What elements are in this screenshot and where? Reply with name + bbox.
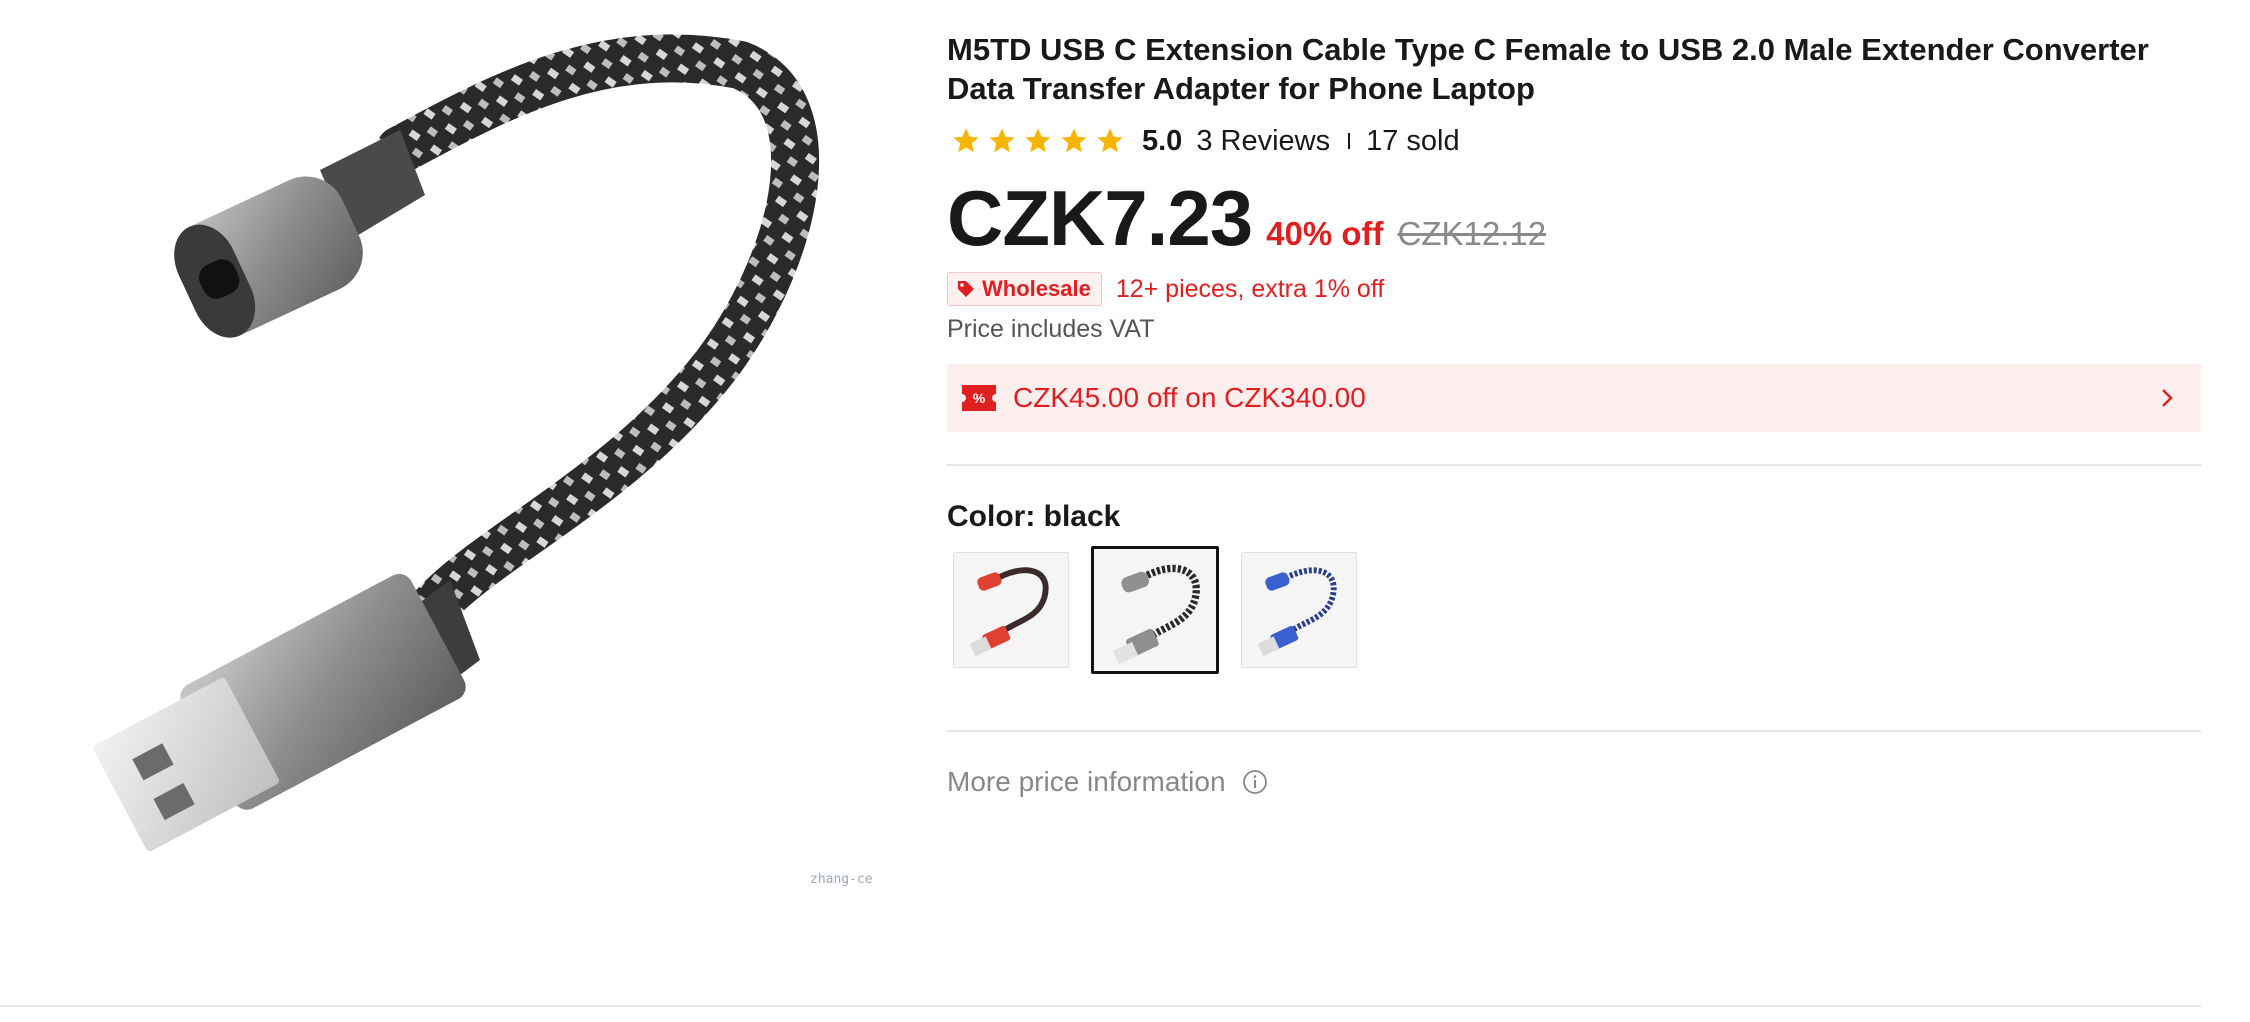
image-watermark: zhang-ce xyxy=(810,872,873,887)
rating-row: 5.0 3 Reviews 17 sold xyxy=(947,122,2201,160)
svg-text:%: % xyxy=(973,390,986,406)
rating-divider xyxy=(1348,133,1351,149)
star-icon xyxy=(953,128,979,153)
original-price: CZK12.12 xyxy=(1397,215,1547,252)
wholesale-label: Wholesale xyxy=(982,276,1091,301)
more-price-label: More price information xyxy=(947,766,1226,797)
product-main-image[interactable] xyxy=(40,20,900,920)
product-info-panel: M5TD USB C Extension Cable Type C Female… xyxy=(947,30,2201,798)
usb-cable-image xyxy=(93,34,819,852)
star-icon xyxy=(1061,128,1087,153)
color-swatch-red[interactable] xyxy=(953,552,1069,668)
discount-badge: 40% off xyxy=(1266,215,1384,252)
star-rating xyxy=(951,126,1125,156)
vat-note: Price includes VAT xyxy=(947,315,1155,343)
rating-value: 5.0 xyxy=(1142,124,1183,157)
product-title: M5TD USB C Extension Cable Type C Female… xyxy=(947,32,2149,106)
chevron-right-icon xyxy=(2162,389,2173,407)
price-row: CZK7.23 40% off CZK12.12 xyxy=(947,178,2201,258)
tag-icon xyxy=(958,281,974,297)
reviews-link[interactable]: 3 Reviews xyxy=(1196,125,1330,158)
star-icon xyxy=(989,128,1015,153)
color-label: Color: black xyxy=(947,500,1121,533)
sold-count: 17 sold xyxy=(1366,124,1460,157)
section-divider xyxy=(947,730,2201,732)
page-divider xyxy=(0,1005,2201,1007)
color-swatch-black[interactable] xyxy=(1091,546,1219,674)
coupon-bar[interactable]: % CZK45.00 off on CZK340.00 xyxy=(947,364,2201,432)
star-icon xyxy=(1097,128,1123,153)
wholesale-badge: Wholesale xyxy=(947,272,1102,306)
wholesale-offer: 12+ pieces, extra 1% off xyxy=(1115,274,1385,303)
wholesale-row: Wholesale 12+ pieces, extra 1% off xyxy=(947,272,2201,306)
red-cable-thumbnail xyxy=(969,567,1049,657)
color-swatches xyxy=(947,546,2201,674)
section-divider xyxy=(947,464,2201,466)
info-icon[interactable] xyxy=(1242,769,1268,795)
black-cable-thumbnail xyxy=(1112,564,1200,665)
star-icon xyxy=(1025,128,1051,153)
blue-cable-thumbnail xyxy=(1257,567,1337,657)
more-price-info[interactable]: More price information xyxy=(947,766,2201,798)
current-price: CZK7.23 xyxy=(947,174,1253,262)
color-swatch-blue[interactable] xyxy=(1241,552,1357,668)
coupon-percent-icon: % xyxy=(962,385,996,411)
coupon-text: CZK45.00 off on CZK340.00 xyxy=(1013,382,1366,413)
